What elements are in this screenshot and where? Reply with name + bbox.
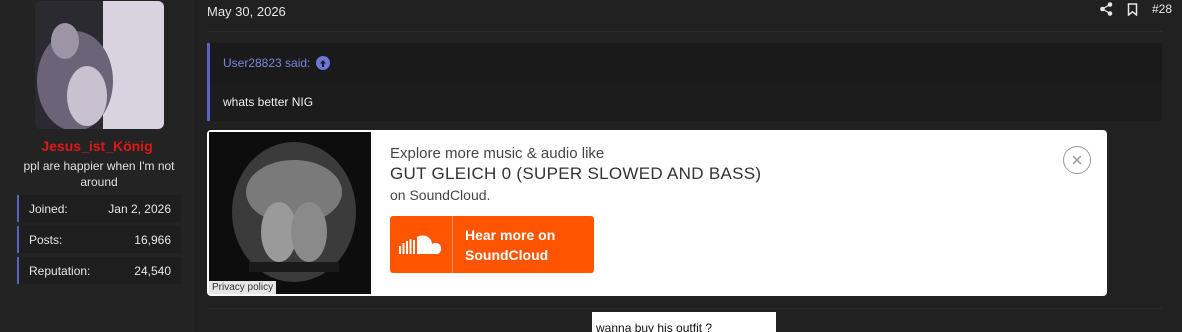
soundcloud-logo-icon (390, 216, 453, 273)
stat-label: Joined: (29, 201, 68, 216)
stat-posts: Posts: 16,966 (17, 226, 181, 253)
post-number[interactable]: #28 (1152, 2, 1172, 16)
quote-text: whats better NIG (223, 95, 314, 109)
post-actions: #28 (1100, 2, 1172, 16)
user-sidebar: Jesus_ist_König ppl are happier when I'm… (0, 0, 194, 332)
share-icon[interactable] (1100, 2, 1113, 16)
divider (207, 308, 1162, 309)
on-soundcloud-text: on SoundCloud. (390, 187, 491, 203)
hear-more-label: Hear more on SoundCloud (453, 225, 555, 265)
next-post-preview: wanna buy his outfit ? (592, 312, 776, 332)
track-artwork[interactable]: Privacy policy (209, 132, 371, 294)
soundcloud-embed: Privacy policy Explore more music & audi… (207, 130, 1107, 296)
stat-joined: Joined: Jan 2, 2026 (17, 195, 181, 222)
arrow-up-icon[interactable] (316, 56, 331, 70)
bookmark-icon[interactable] (1127, 2, 1138, 16)
button-line-1: Hear more on (465, 226, 556, 243)
post-date[interactable]: May 30, 2026 (207, 4, 286, 19)
privacy-policy-link[interactable]: Privacy policy (209, 281, 277, 294)
stat-value: 24,540 (134, 263, 171, 278)
stat-reputation: Reputation: 24,540 (17, 257, 181, 284)
quote-author[interactable]: User28823 said: (223, 56, 310, 70)
stat-value: 16,966 (134, 232, 171, 247)
user-title: ppl are happier when I'm not around (23, 159, 175, 189)
close-icon[interactable] (1063, 146, 1091, 174)
username[interactable]: Jesus_ist_König (0, 138, 194, 154)
explore-text: Explore more music & audio like (390, 145, 605, 162)
track-title[interactable]: GUT GLEICH 0 (SUPER SLOWED AND BASS) (390, 164, 761, 184)
hear-more-button[interactable]: Hear more on SoundCloud (390, 216, 594, 273)
stat-value: Jan 2, 2026 (108, 201, 171, 216)
quote-block: User28823 said: whats better NIG (207, 43, 1162, 121)
stat-label: Reputation: (29, 263, 91, 278)
button-line-2: SoundCloud (465, 246, 549, 263)
avatar[interactable] (35, 1, 164, 129)
quote-header[interactable]: User28823 said: (210, 43, 1162, 83)
divider (207, 31, 1162, 32)
stat-label: Posts: (29, 232, 63, 247)
